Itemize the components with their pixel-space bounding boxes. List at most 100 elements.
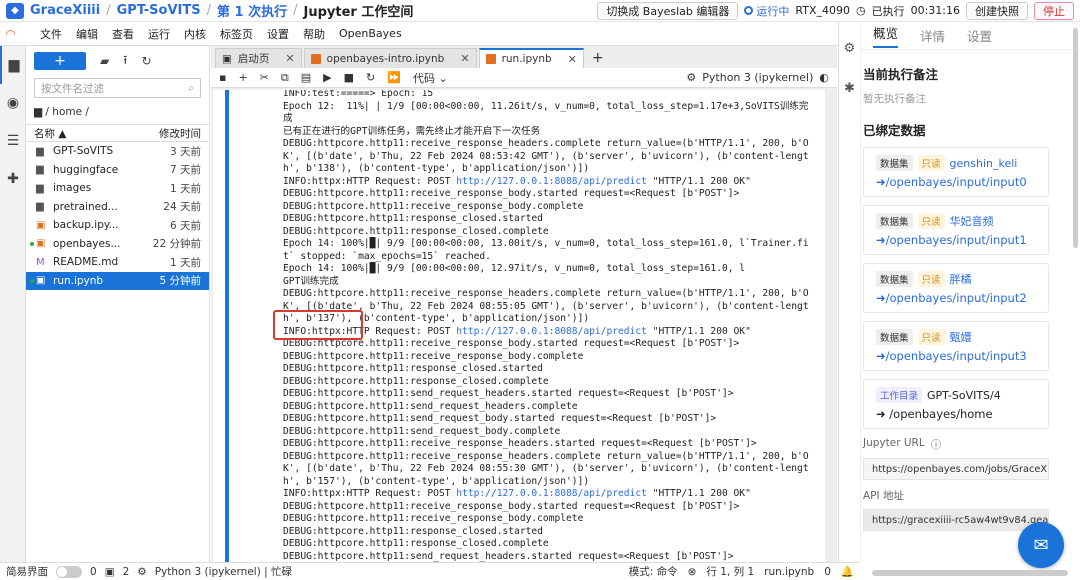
debugger-icon[interactable]: ✱ bbox=[839, 74, 860, 102]
save-icon[interactable]: ▪ bbox=[219, 71, 226, 84]
openbayes-logo-icon[interactable]: ◆ bbox=[6, 2, 24, 19]
file-filter-input[interactable]: 按文件名过滤 ⌕ bbox=[34, 78, 201, 98]
cut-icon[interactable]: ✂ bbox=[260, 71, 269, 84]
file-modified: 7 天前 bbox=[169, 164, 201, 177]
upload-icon[interactable]: ⭱ bbox=[123, 51, 127, 72]
running-kernels-icon[interactable]: ◉ bbox=[0, 84, 26, 122]
new-launcher-button[interactable]: + bbox=[34, 52, 86, 70]
api-url-field[interactable]: https://gracexiiii-rc5aw4wt9v84.gea bbox=[863, 509, 1049, 531]
tab-openbayes-intro[interactable]: openbayes-intro.ipynb ✕ bbox=[303, 48, 477, 68]
menu-tabs[interactable]: 标签页 bbox=[220, 26, 253, 42]
breadcrumb-project[interactable]: GPT-SoVITS bbox=[117, 3, 201, 18]
close-icon[interactable]: ✕ bbox=[460, 52, 469, 65]
current-path[interactable]: / home / bbox=[45, 106, 89, 118]
extensions-icon[interactable]: ✚ bbox=[0, 160, 26, 198]
file-list-item[interactable]: ▆ huggingface 7 天前 bbox=[26, 161, 209, 180]
dataset-badge: 数据集 bbox=[876, 213, 913, 229]
dataset-card[interactable]: 数据集 只读 华妃音频 ➜/openbayes/input/input1 bbox=[863, 205, 1049, 255]
kernel-name[interactable]: Python 3 (ipykernel) bbox=[702, 71, 813, 84]
menu-view[interactable]: 查看 bbox=[112, 26, 134, 42]
file-list-item[interactable]: ▣ backup.ipy... 6 天前 bbox=[26, 216, 209, 235]
dataset-card[interactable]: 数据集 只读 胖橘 ➜/openbayes/input/input2 bbox=[863, 263, 1049, 313]
simple-mode-toggle[interactable] bbox=[56, 565, 82, 578]
log-line: Epoch 12: 11%| | 1/9 [00:00<00:00, 11.26… bbox=[283, 100, 809, 112]
jupyter-url-field[interactable]: https://openbayes.com/jobs/GraceX bbox=[863, 458, 1049, 480]
cell-output[interactable]: INFO:test:=====> Epoch: 15 Epoch 12: 11%|… bbox=[213, 90, 825, 562]
running-status-icon bbox=[744, 6, 754, 15]
refresh-icon[interactable]: ↻ bbox=[141, 54, 151, 68]
file-list-item[interactable]: ▆ images 1 天前 bbox=[26, 179, 209, 198]
restart-run-all-icon[interactable]: ⏩ bbox=[387, 71, 401, 84]
switch-editor-button[interactable]: 切换成 Bayeslab 编辑器 bbox=[597, 1, 739, 20]
folder-icon[interactable]: ▆ bbox=[0, 46, 26, 84]
breadcrumb[interactable]: ▆ / home / bbox=[26, 100, 209, 124]
trusted-icon[interactable]: ⊗ bbox=[688, 566, 697, 578]
dataset-name[interactable]: 华妃音频 bbox=[950, 213, 994, 229]
kernel-status[interactable]: Python 3 (ipykernel) | 忙碌 bbox=[155, 564, 292, 579]
close-icon[interactable]: ✕ bbox=[285, 52, 294, 65]
cursor-position[interactable]: 行 1, 列 1 bbox=[706, 564, 754, 579]
bell-icon[interactable]: 🔔 bbox=[841, 565, 854, 578]
file-list-item[interactable]: ▣ run.ipynb 5 分钟前 bbox=[26, 271, 209, 290]
column-name[interactable]: 名称 ▲ bbox=[34, 126, 66, 141]
copy-icon[interactable]: ⧉ bbox=[281, 71, 289, 85]
info-icon[interactable]: ⓘ bbox=[931, 437, 942, 452]
restart-icon[interactable]: ↻ bbox=[366, 71, 375, 84]
right-panel-scrollbar[interactable] bbox=[1073, 28, 1078, 248]
horizontal-scrollbar[interactable] bbox=[872, 570, 1068, 576]
menu-file[interactable]: 文件 bbox=[40, 26, 62, 42]
file-name: run.ipynb bbox=[53, 274, 104, 287]
dataset-name[interactable]: 胖橘 bbox=[950, 271, 972, 287]
elapsed-time: 00:31:16 bbox=[910, 4, 960, 17]
paste-icon[interactable]: ▤ bbox=[301, 71, 311, 84]
workdir-card[interactable]: 工作目录 GPT-SoVITS/4 ➜ /openbayes/home bbox=[863, 379, 1049, 429]
breadcrumb-run[interactable]: 第 1 次执行 bbox=[217, 1, 287, 20]
close-icon[interactable]: ✕ bbox=[568, 53, 577, 66]
file-browser-toolbar: + ▰ ⭱ ↻ bbox=[26, 46, 209, 76]
menu-openbayes[interactable]: OpenBayes bbox=[339, 27, 402, 40]
dataset-card[interactable]: 数据集 只读 甄嬛 ➜/openbayes/input/input3 bbox=[863, 321, 1049, 371]
tab-launcher[interactable]: ▣ 启动页 ✕ bbox=[215, 48, 302, 68]
api-link[interactable]: http://127.0.0.1:8088/api/predict bbox=[456, 326, 647, 337]
stop-icon[interactable]: ■ bbox=[344, 71, 354, 84]
menu-help[interactable]: 帮助 bbox=[303, 26, 325, 42]
tab-details[interactable]: 详情 bbox=[920, 26, 945, 45]
log-line: h', b'157'), (b'content-type', b'applica… bbox=[283, 475, 590, 487]
settings-icon[interactable]: ⚙ bbox=[686, 71, 696, 84]
table-of-contents-icon[interactable]: ☰ bbox=[0, 122, 26, 160]
log-line: INFO:httpx:HTTP Request: POST http://127… bbox=[283, 175, 751, 187]
api-link[interactable]: http://127.0.0.1:8088/api/predict bbox=[456, 488, 647, 499]
file-modified: 24 天前 bbox=[163, 201, 201, 214]
kernel-count[interactable]: 2 bbox=[123, 566, 130, 578]
menu-edit[interactable]: 编辑 bbox=[76, 26, 98, 42]
dataset-name[interactable]: genshin_keli bbox=[950, 157, 1018, 170]
file-list-item[interactable]: ▣ openbayes... 22 分钟前 bbox=[26, 235, 209, 254]
file-list-item[interactable]: ▆ GPT-SoVITS 3 天前 bbox=[26, 142, 209, 161]
menu-run[interactable]: 运行 bbox=[148, 26, 170, 42]
stop-button[interactable]: 停止 bbox=[1034, 1, 1074, 20]
tab-run-ipynb[interactable]: run.ipynb ✕ bbox=[478, 48, 584, 68]
column-modified[interactable]: 修改时间 bbox=[159, 126, 201, 141]
notification-count[interactable]: 0 bbox=[824, 566, 831, 578]
new-folder-icon[interactable]: ▰ bbox=[100, 54, 109, 68]
cell-type-select[interactable]: 代码 ⌄ bbox=[413, 70, 448, 86]
file-list-item[interactable]: M README.md 1 天前 bbox=[26, 253, 209, 272]
breadcrumb-user[interactable]: GraceXiiii bbox=[30, 3, 100, 18]
property-inspector-icon[interactable]: ⚙ bbox=[839, 34, 860, 62]
menu-settings[interactable]: 设置 bbox=[267, 26, 289, 42]
run-icon[interactable]: ▶ bbox=[323, 71, 331, 84]
terminal-count[interactable]: 0 bbox=[90, 566, 97, 578]
dataset-card[interactable]: 数据集 只读 genshin_keli ➜/openbayes/input/input… bbox=[863, 147, 1049, 197]
chat-support-icon[interactable]: ✉ bbox=[1018, 522, 1064, 568]
menu-kernel[interactable]: 内核 bbox=[184, 26, 206, 42]
new-tab-button[interactable]: + bbox=[586, 48, 610, 68]
notes-title: 当前执行备注 bbox=[863, 67, 939, 82]
tab-settings[interactable]: 设置 bbox=[967, 26, 992, 45]
jupyter-logo-icon: ◠ bbox=[6, 26, 16, 41]
api-link[interactable]: http://127.0.0.1:8088/api/predict bbox=[456, 176, 647, 187]
insert-cell-icon[interactable]: + bbox=[238, 71, 247, 84]
tab-overview[interactable]: 概览 bbox=[873, 23, 899, 48]
file-list-item[interactable]: ▆ pretrained... 24 天前 bbox=[26, 198, 209, 217]
create-snapshot-button[interactable]: 创建快照 bbox=[966, 1, 1028, 20]
dataset-name[interactable]: 甄嬛 bbox=[950, 329, 972, 345]
